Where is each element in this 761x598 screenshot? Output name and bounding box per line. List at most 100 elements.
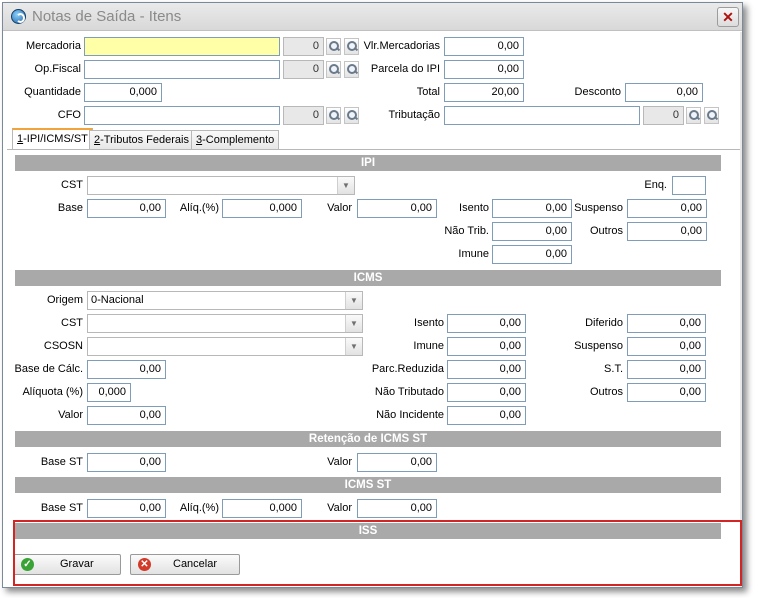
retencao-base-st-label: Base ST bbox=[40, 456, 83, 468]
window-title: Notas de Saída - Itens bbox=[32, 8, 182, 25]
ipi-imune-input[interactable]: 0,00 bbox=[492, 245, 572, 264]
icms-outros-input[interactable]: 0,00 bbox=[627, 383, 706, 402]
title-bar[interactable]: Notas de Saída - Itens ✕ bbox=[3, 3, 742, 31]
icms-section-header: ICMS bbox=[15, 270, 721, 286]
icms-imune-input[interactable]: 0,00 bbox=[447, 337, 526, 356]
icms-parc-reduzida-input[interactable]: 0,00 bbox=[447, 360, 526, 379]
op-fiscal-label: Op.Fiscal bbox=[34, 63, 81, 75]
ipi-base-input[interactable]: 0,00 bbox=[87, 199, 166, 218]
quantidade-input[interactable]: 0,000 bbox=[84, 83, 162, 102]
mercadoria-search-icon[interactable] bbox=[326, 38, 341, 55]
total-input[interactable]: 20,00 bbox=[444, 83, 524, 102]
cfo-search-icon[interactable] bbox=[326, 107, 341, 124]
icms-suspenso-label: Suspenso bbox=[574, 340, 623, 352]
icms-valor-label: Valor bbox=[58, 409, 83, 421]
op-fiscal-input[interactable] bbox=[84, 60, 280, 79]
ipi-outros-label: Outros bbox=[589, 225, 623, 237]
ipi-suspenso-input[interactable]: 0,00 bbox=[627, 199, 707, 218]
icms-csosn-select[interactable]: ▼ bbox=[87, 337, 363, 356]
icms-nao-tributado-input[interactable]: 0,00 bbox=[447, 383, 526, 402]
chevron-down-icon[interactable]: ▼ bbox=[345, 315, 362, 332]
icms-cst-label: CST bbox=[61, 317, 83, 329]
retencao-valor-input[interactable]: 0,00 bbox=[357, 453, 437, 472]
cfo-input[interactable] bbox=[84, 106, 280, 125]
ipi-valor-label: Valor bbox=[327, 202, 352, 214]
ipi-aliq-label: Alíq.(%) bbox=[179, 202, 219, 214]
icms-imune-label: Imune bbox=[413, 340, 444, 352]
tab-label: -Tributos Federais bbox=[100, 134, 189, 146]
icms-base-calc-input[interactable]: 0,00 bbox=[87, 360, 166, 379]
mercadoria-search-icon[interactable] bbox=[344, 38, 359, 55]
ipi-enq-input[interactable] bbox=[672, 176, 706, 195]
parcela-ipi-input[interactable]: 0,00 bbox=[444, 60, 524, 79]
mercadoria-label: Mercadoria bbox=[25, 40, 81, 52]
icms-st-input[interactable]: 0,00 bbox=[627, 360, 706, 379]
close-button[interactable]: ✕ bbox=[717, 7, 739, 27]
ipi-isento-input[interactable]: 0,00 bbox=[492, 199, 572, 218]
ipi-cst-label: CST bbox=[61, 179, 83, 191]
icms-st-aliq-label: Alíq.(%) bbox=[179, 502, 219, 514]
op-fiscal-search-icon[interactable] bbox=[344, 61, 359, 78]
ipi-suspenso-label: Suspenso bbox=[574, 202, 623, 214]
icms-nao-incidente-label: Não Incidente bbox=[376, 409, 444, 421]
tributacao-search-icon[interactable] bbox=[686, 107, 701, 124]
icms-diferido-label: Diferido bbox=[585, 317, 623, 329]
chevron-down-icon[interactable]: ▼ bbox=[337, 177, 354, 194]
icms-parc-reduzida-label: Parc.Reduzida bbox=[371, 363, 444, 375]
mercadoria-input[interactable] bbox=[84, 37, 280, 56]
ipi-nao-trib-input[interactable]: 0,00 bbox=[492, 222, 572, 241]
ipi-isento-label: Isento bbox=[459, 202, 489, 214]
ipi-imune-label: Imune bbox=[458, 248, 489, 260]
icms-origem-select[interactable]: 0-Nacional ▼ bbox=[87, 291, 363, 310]
tab-label: -Complemento bbox=[202, 134, 275, 146]
tributacao-search-icon[interactable] bbox=[704, 107, 719, 124]
icms-nao-incidente-input[interactable]: 0,00 bbox=[447, 406, 526, 425]
tributacao-code: 0 bbox=[643, 106, 684, 125]
tab-divider bbox=[7, 149, 742, 150]
icms-outros-label: Outros bbox=[589, 386, 623, 398]
icms-st-section-header: ICMS ST bbox=[15, 477, 721, 493]
op-fiscal-search-icon[interactable] bbox=[326, 61, 341, 78]
icms-origem-value: 0-Nacional bbox=[91, 294, 144, 306]
icms-isento-label: Isento bbox=[414, 317, 444, 329]
vlr-mercadorias-input[interactable]: 0,00 bbox=[444, 37, 524, 56]
notas-saida-itens-window: Notas de Saída - Itens ✕ Mercadoria 0 Op… bbox=[2, 2, 743, 588]
cfo-search-icon[interactable] bbox=[344, 107, 359, 124]
icms-cst-select[interactable]: ▼ bbox=[87, 314, 363, 333]
retencao-base-st-input[interactable]: 0,00 bbox=[87, 453, 166, 472]
highlight-box bbox=[13, 520, 742, 586]
chevron-down-icon[interactable]: ▼ bbox=[345, 292, 362, 309]
tab-tributos-federais[interactable]: 2-Tributos Federais bbox=[89, 130, 194, 150]
tab-ipi-icms-st[interactable]: 1-IPI/ICMS/ST bbox=[12, 128, 93, 150]
retencao-valor-label: Valor bbox=[327, 456, 352, 468]
icms-aliquota-label: Alíquota (%) bbox=[22, 386, 83, 398]
icms-nao-tributado-label: Não Tributado bbox=[374, 386, 444, 398]
desconto-label: Desconto bbox=[574, 86, 621, 98]
icms-suspenso-input[interactable]: 0,00 bbox=[627, 337, 706, 356]
icms-st-valor-label: Valor bbox=[327, 502, 352, 514]
ipi-section-header: IPI bbox=[15, 155, 721, 171]
retencao-icms-st-section-header: Retenção de ICMS ST bbox=[15, 431, 721, 447]
ipi-outros-input[interactable]: 0,00 bbox=[627, 222, 707, 241]
icms-st-valor-input[interactable]: 0,00 bbox=[357, 499, 437, 518]
scrollbar-edge[interactable] bbox=[740, 32, 742, 587]
chevron-down-icon[interactable]: ▼ bbox=[345, 338, 362, 355]
icms-valor-input[interactable]: 0,00 bbox=[87, 406, 166, 425]
icms-st-base-input[interactable]: 0,00 bbox=[87, 499, 166, 518]
icms-diferido-input[interactable]: 0,00 bbox=[627, 314, 706, 333]
desconto-input[interactable]: 0,00 bbox=[625, 83, 703, 102]
ipi-base-label: Base bbox=[57, 202, 83, 214]
total-label: Total bbox=[416, 86, 440, 98]
ipi-cst-select[interactable]: ▼ bbox=[87, 176, 355, 195]
icms-st-aliq-input[interactable]: 0,000 bbox=[222, 499, 302, 518]
tributacao-input[interactable] bbox=[444, 106, 640, 125]
tab-complemento[interactable]: 3-Complemento bbox=[191, 130, 280, 150]
ipi-valor-input[interactable]: 0,00 bbox=[357, 199, 437, 218]
tributacao-label: Tributação bbox=[388, 109, 440, 121]
ipi-aliq-input[interactable]: 0,000 bbox=[222, 199, 302, 218]
icms-base-calc-label: Base de Cálc. bbox=[14, 363, 83, 375]
ipi-enq-label: Enq. bbox=[644, 179, 667, 191]
op-fiscal-code: 0 bbox=[283, 60, 324, 79]
icms-aliquota-input[interactable]: 0,000 bbox=[87, 383, 131, 402]
icms-isento-input[interactable]: 0,00 bbox=[447, 314, 526, 333]
